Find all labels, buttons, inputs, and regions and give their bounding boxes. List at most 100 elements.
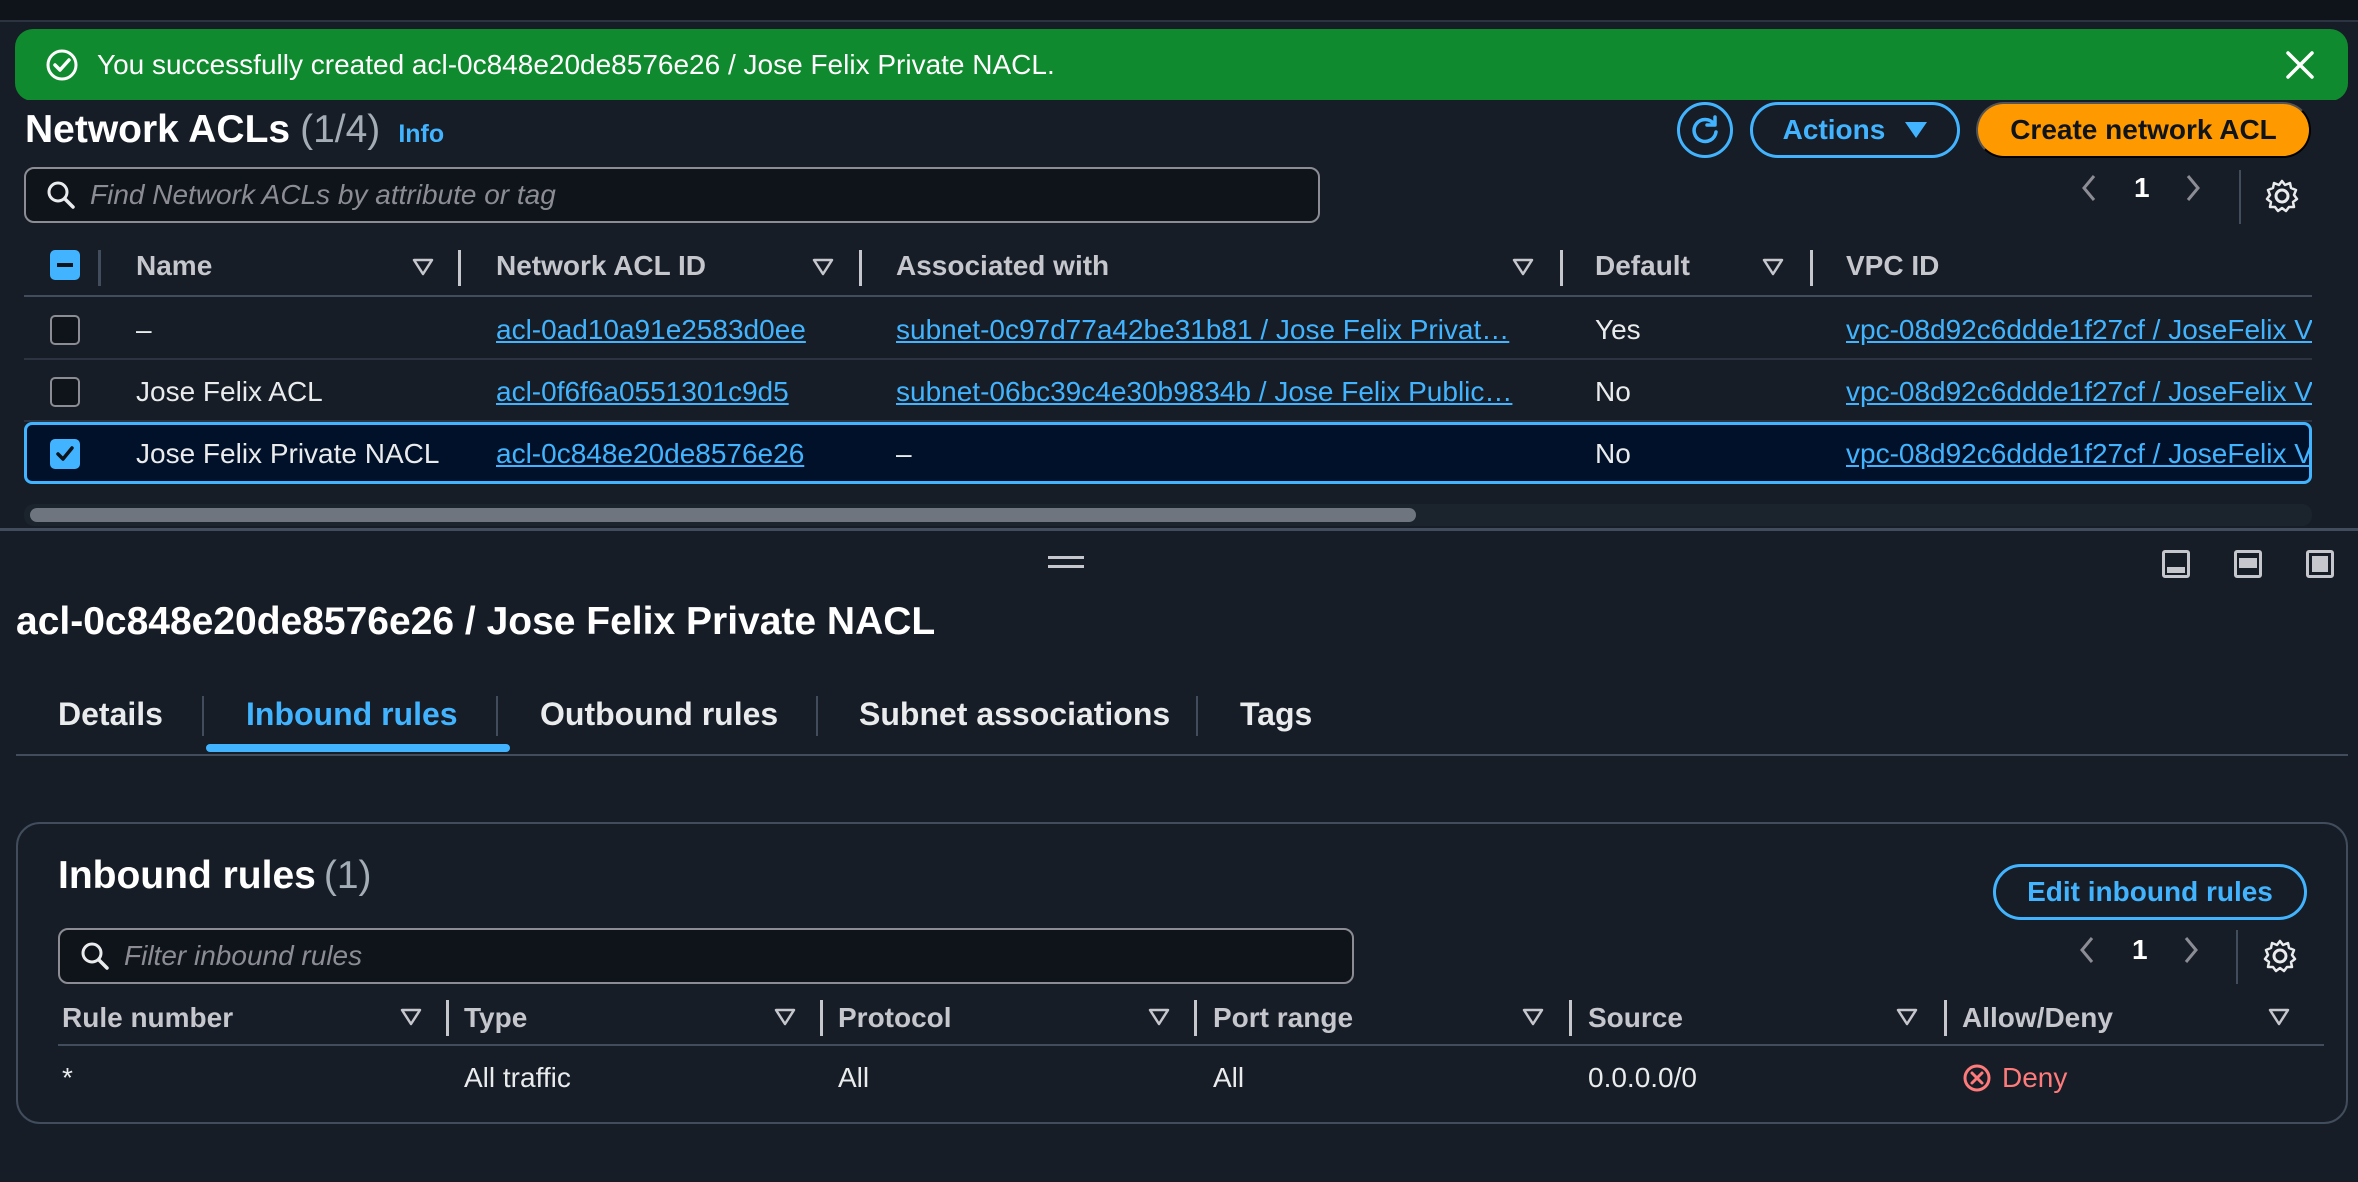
sort-caret-icon[interactable] [812, 258, 834, 276]
inbound-rules-table-header: Rule number Type Protocol Port range Sou… [58, 994, 2324, 1046]
table-row-selected[interactable]: Jose Felix Private NACL acl-0c848e20de85… [24, 422, 2312, 484]
column-divider[interactable] [1194, 1000, 1197, 1036]
settings-gear-icon[interactable] [2262, 938, 2298, 974]
column-header-name[interactable]: Name [136, 250, 212, 282]
column-divider [98, 250, 101, 286]
row-vpc-link[interactable]: vpc-08d92c6ddde1f27cf / JoseFelix VPC [1846, 314, 2312, 346]
filter-inbound-rules-input[interactable]: Filter inbound rules [58, 928, 1354, 984]
close-icon[interactable] [2282, 47, 2318, 83]
sort-caret-icon[interactable] [1762, 258, 1784, 276]
select-all-checkbox[interactable] [50, 250, 80, 280]
chevron-right-icon[interactable] [2178, 172, 2206, 204]
sort-caret-icon[interactable] [1896, 1008, 1918, 1026]
actions-label: Actions [1782, 114, 1886, 145]
sort-caret-icon[interactable] [774, 1008, 796, 1026]
top-bar [0, 0, 2358, 22]
column-header-associated-with[interactable]: Associated with [896, 250, 1109, 282]
x-circle-icon [1963, 1064, 1991, 1092]
column-header-allow-deny[interactable]: Allow/Deny [1962, 1002, 2113, 1034]
sort-caret-icon[interactable] [412, 258, 434, 276]
tab-tags[interactable]: Tags [1240, 696, 1312, 733]
layout-full-icon[interactable] [2306, 550, 2334, 578]
tab-inbound-rules[interactable]: Inbound rules [246, 696, 458, 733]
sort-caret-icon[interactable] [2268, 1008, 2290, 1026]
edit-inbound-rules-button[interactable]: Edit inbound rules [1993, 864, 2307, 920]
divider [2239, 170, 2241, 224]
inbound-rules-heading: Inbound rules (1) [58, 854, 372, 898]
divider [2236, 930, 2238, 984]
column-header-port-range[interactable]: Port range [1213, 1002, 1353, 1034]
column-divider[interactable] [1569, 1000, 1572, 1036]
row-checkbox[interactable] [50, 315, 80, 345]
row-acl-id-link[interactable]: acl-0f6f6a0551301c9d5 [496, 376, 789, 408]
column-divider[interactable] [458, 250, 461, 286]
refresh-button[interactable] [1677, 102, 1733, 158]
column-divider[interactable] [820, 1000, 823, 1036]
tab-divider [202, 696, 204, 736]
chevron-left-icon[interactable] [2074, 934, 2102, 966]
column-divider[interactable] [1560, 250, 1563, 286]
page-number[interactable]: 1 [2134, 172, 2150, 204]
table-header: Name Network ACL ID Associated with Defa… [24, 240, 2312, 297]
table-row[interactable]: Jose Felix ACL acl-0f6f6a0551301c9d5 sub… [24, 360, 2312, 422]
layout-side-icon[interactable] [2234, 550, 2262, 578]
row-associated-link[interactable]: subnet-06bc39c4e30b9834b / Jose Felix Pu… [896, 376, 1512, 408]
column-divider[interactable] [1810, 250, 1813, 286]
caret-down-icon [1905, 122, 1928, 138]
sort-caret-icon[interactable] [400, 1008, 422, 1026]
network-acls-table: Name Network ACL ID Associated with Defa… [24, 240, 2312, 527]
horizontal-scrollbar[interactable] [24, 504, 2312, 526]
row-default: No [1595, 438, 1631, 469]
checkmark-icon [56, 446, 74, 461]
column-header-source[interactable]: Source [1588, 1002, 1683, 1034]
rule-type: All traffic [464, 1062, 571, 1093]
row-name: Jose Felix ACL [136, 376, 323, 407]
rule-protocol: All [838, 1062, 870, 1093]
sort-caret-icon[interactable] [1522, 1008, 1544, 1026]
column-header-rule-number[interactable]: Rule number [62, 1002, 233, 1034]
detail-tabs: Details Inbound rules Outbound rules Sub… [16, 690, 2348, 756]
row-checkbox[interactable] [50, 377, 80, 407]
row-acl-id-link[interactable]: acl-0c848e20de8576e26 [496, 438, 804, 470]
tab-divider [496, 696, 498, 736]
column-divider[interactable] [859, 250, 862, 286]
column-header-network-acl-id[interactable]: Network ACL ID [496, 250, 706, 282]
column-header-type[interactable]: Type [464, 1002, 527, 1034]
row-vpc-link[interactable]: vpc-08d92c6ddde1f27cf / JoseFelix VPC [1846, 376, 2312, 408]
column-divider[interactable] [1944, 1000, 1947, 1036]
create-network-acl-button[interactable]: Create network ACL [1976, 102, 2311, 158]
rule-port-range: All [1213, 1062, 1245, 1093]
sort-caret-icon[interactable] [1512, 258, 1534, 276]
tab-subnet-associations[interactable]: Subnet associations [859, 696, 1170, 733]
page-title: Network ACLs [25, 108, 291, 151]
refresh-icon [1692, 115, 1718, 144]
column-header-default[interactable]: Default [1595, 250, 1690, 282]
tab-outbound-rules[interactable]: Outbound rules [540, 696, 778, 733]
chevron-right-icon[interactable] [2176, 934, 2204, 966]
tab-details[interactable]: Details [58, 696, 163, 733]
row-checkbox-checked[interactable] [50, 439, 80, 469]
drag-handle-icon[interactable] [1048, 556, 1084, 568]
filter-placeholder: Filter inbound rules [124, 940, 363, 971]
settings-gear-icon[interactable] [2264, 178, 2300, 214]
row-associated-link[interactable]: subnet-0c97d77a42be31b81 / Jose Felix Pr… [896, 314, 1509, 346]
selection-count: (1/4) [300, 108, 381, 151]
search-input[interactable]: Find Network ACLs by attribute or tag [24, 167, 1320, 223]
flash-message: You successfully created acl-0c848e20de8… [97, 49, 1055, 80]
column-header-vpc-id[interactable]: VPC ID [1846, 250, 1939, 282]
chevron-left-icon[interactable] [2076, 172, 2104, 204]
column-divider[interactable] [446, 1000, 449, 1036]
layout-bottom-icon[interactable] [2162, 550, 2190, 578]
actions-dropdown[interactable]: Actions [1750, 102, 1960, 158]
sort-caret-icon[interactable] [1148, 1008, 1170, 1026]
row-name: – [136, 314, 152, 345]
rule-source: 0.0.0.0/0 [1588, 1062, 1697, 1093]
page-number[interactable]: 1 [2132, 934, 2148, 966]
scrollbar-thumb[interactable] [30, 508, 1416, 522]
split-panel-divider [0, 528, 2358, 531]
table-row[interactable]: – acl-0ad10a91e2583d0ee subnet-0c97d77a4… [24, 298, 2312, 360]
info-link[interactable]: Info [398, 120, 444, 149]
row-acl-id-link[interactable]: acl-0ad10a91e2583d0ee [496, 314, 806, 346]
column-header-protocol[interactable]: Protocol [838, 1002, 952, 1034]
row-vpc-link[interactable]: vpc-08d92c6ddde1f27cf / JoseFelix VPC [1846, 438, 2312, 470]
